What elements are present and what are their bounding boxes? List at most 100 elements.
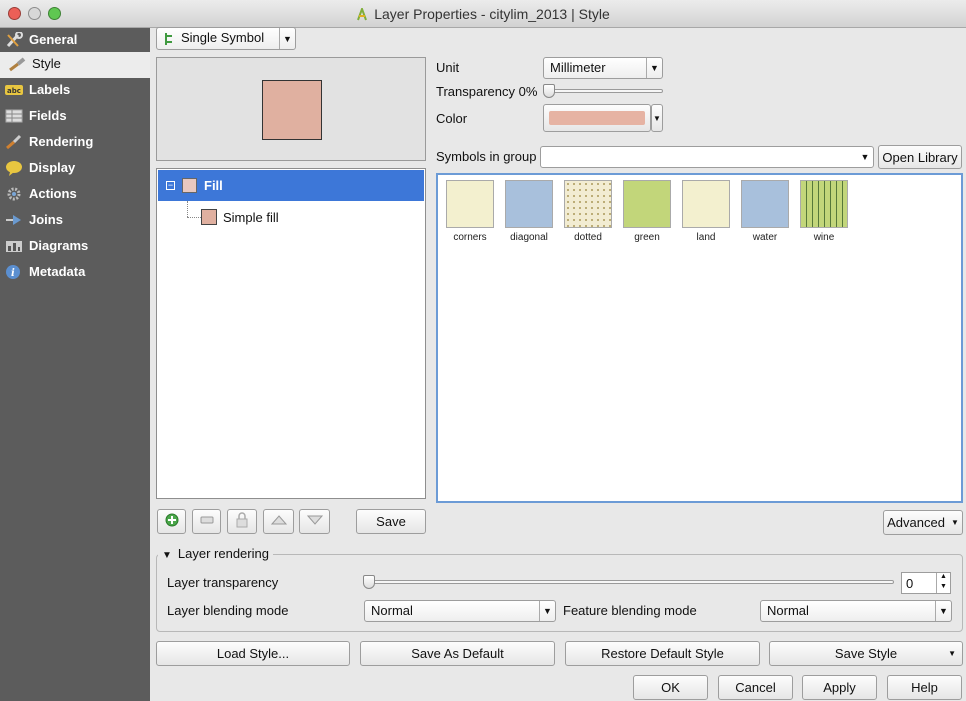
symbol-item-land[interactable]: land [681, 180, 731, 243]
transparency-slider[interactable] [545, 89, 663, 93]
symbol-label: land [696, 232, 716, 243]
window-title-area: Layer Properties - citylim_2013 | Style [0, 6, 966, 22]
tree-connector [187, 201, 188, 217]
wrench-icon [5, 31, 23, 48]
symbol-item-corners[interactable]: corners [445, 180, 495, 243]
sidebar-item-label: Rendering [29, 134, 94, 149]
symbol-item-diagonal[interactable]: diagonal [504, 180, 554, 243]
color-menu-button[interactable]: ▼ [651, 104, 663, 132]
table-icon [5, 108, 23, 124]
speech-bubble-icon [5, 160, 23, 176]
gear-icon [5, 186, 23, 202]
color-button[interactable] [543, 104, 651, 132]
load-style-button[interactable]: Load Style... [156, 641, 350, 666]
chart-icon [5, 238, 23, 254]
symbol-layer-tree: − Fill Simple fill [156, 168, 426, 499]
sidebar-item-labels[interactable]: abc Labels [0, 78, 150, 104]
save-style-button[interactable]: Save Style ▼ [769, 641, 963, 666]
cancel-button[interactable]: Cancel [718, 675, 793, 700]
symbol-item-wine[interactable]: wine [799, 180, 849, 243]
symbols-in-group-label: Symbols in group [436, 149, 537, 164]
symbol-item-dotted[interactable]: dotted [563, 180, 613, 243]
layer-rendering-header[interactable]: ▼ Layer rendering [158, 546, 273, 564]
layer-transparency-slider[interactable] [366, 580, 894, 584]
sidebar-item-rendering[interactable]: Rendering [0, 130, 150, 156]
save-as-default-button[interactable]: Save As Default [360, 641, 555, 666]
symbol-preview [156, 57, 426, 161]
symbol-label: corners [453, 232, 487, 243]
chevron-down-icon: ▼ [653, 113, 661, 123]
single-symbol-icon [164, 32, 174, 49]
chevron-down-icon: ▼ [539, 601, 555, 621]
sidebar-item-joins[interactable]: Joins [0, 208, 150, 234]
renderer-type-select[interactable]: Single Symbol ▼ [156, 27, 296, 50]
tree-root-label: Fill [204, 178, 223, 193]
symbol-label: wine [813, 232, 835, 243]
symbol-label: water [752, 232, 778, 243]
layer-blending-label: Layer blending mode [167, 603, 289, 618]
unit-value: Millimeter [550, 60, 606, 75]
unit-select[interactable]: Millimeter ▼ [543, 57, 663, 79]
sidebar-item-general[interactable]: General [0, 28, 150, 54]
symbol-group-select[interactable]: ▼ [540, 146, 874, 168]
sidebar-item-display[interactable]: Display [0, 156, 150, 182]
sidebar-item-fields[interactable]: Fields [0, 104, 150, 130]
layer-transparency-spinbox[interactable]: 0 ▲ ▼ [901, 572, 951, 594]
feature-blending-select[interactable]: Normal ▼ [760, 600, 952, 622]
sidebar-item-label: Metadata [29, 264, 86, 279]
sidebar-item-style[interactable]: Style [0, 52, 150, 78]
symbol-label: dotted [574, 232, 602, 243]
symbol-swatch [682, 180, 730, 228]
info-icon: i [5, 264, 23, 280]
layer-rendering-title: Layer rendering [177, 546, 269, 561]
tree-row-fill[interactable]: − Fill [158, 170, 424, 201]
sidebar-item-diagrams[interactable]: Diagrams [0, 234, 150, 260]
transparency-slider-handle[interactable] [543, 84, 555, 98]
layer-transparency-slider-handle[interactable] [363, 575, 375, 589]
color-label: Color [436, 111, 468, 126]
feature-blending-label: Feature blending mode [563, 603, 697, 618]
sidebar-item-label: Joins [29, 212, 63, 227]
symbol-item-water[interactable]: water [740, 180, 790, 243]
svg-text:i: i [11, 268, 15, 279]
open-library-button[interactable]: Open Library [878, 145, 962, 169]
sidebar-item-label: Fields [29, 108, 67, 123]
save-style-label: Save Style [834, 646, 898, 661]
symbol-item-green[interactable]: green [622, 180, 672, 243]
advanced-label: Advanced [887, 515, 945, 530]
advanced-button[interactable]: Advanced ▼ [883, 510, 963, 535]
chevron-down-icon: ▼ [950, 518, 959, 527]
help-button[interactable]: Help [887, 675, 962, 700]
remove-icon [199, 512, 215, 531]
collapse-icon[interactable]: − [166, 181, 175, 190]
spin-down-icon[interactable]: ▼ [936, 583, 950, 593]
brush-icon [5, 134, 23, 150]
ok-button[interactable]: OK [633, 675, 708, 700]
sidebar-item-label: Display [29, 160, 76, 175]
abc-label-icon: abc [5, 82, 23, 98]
sidebar-item-label: Style [32, 56, 61, 71]
feature-blending-value: Normal [767, 603, 809, 618]
sidebar: General Style abc Labels Fields Renderin… [0, 28, 150, 701]
tree-connector [187, 217, 201, 218]
sidebar-item-label: Labels [29, 82, 71, 97]
arrow-down-icon [306, 514, 324, 529]
fill-swatch [182, 178, 197, 193]
apply-button[interactable]: Apply [802, 675, 877, 700]
tree-row-simple-fill[interactable]: Simple fill [201, 209, 401, 229]
sidebar-item-actions[interactable]: Actions [0, 182, 150, 208]
remove-symbol-layer-button[interactable] [192, 509, 221, 534]
layer-transparency-label: Layer transparency [167, 575, 279, 590]
restore-default-style-button[interactable]: Restore Default Style [565, 641, 760, 666]
layer-blending-select[interactable]: Normal ▼ [364, 600, 556, 622]
add-symbol-layer-button[interactable] [157, 509, 186, 534]
move-layer-up-button[interactable] [263, 509, 294, 534]
save-symbol-button[interactable]: Save [356, 509, 426, 534]
svg-text:abc: abc [7, 87, 21, 95]
spin-up-icon[interactable]: ▲ [936, 573, 950, 583]
move-layer-down-button[interactable] [299, 509, 330, 534]
symbol-swatch [505, 180, 553, 228]
sidebar-item-metadata[interactable]: i Metadata [0, 260, 150, 286]
lock-layer-button[interactable] [227, 509, 257, 534]
chevron-down-icon: ▼ [948, 649, 956, 658]
